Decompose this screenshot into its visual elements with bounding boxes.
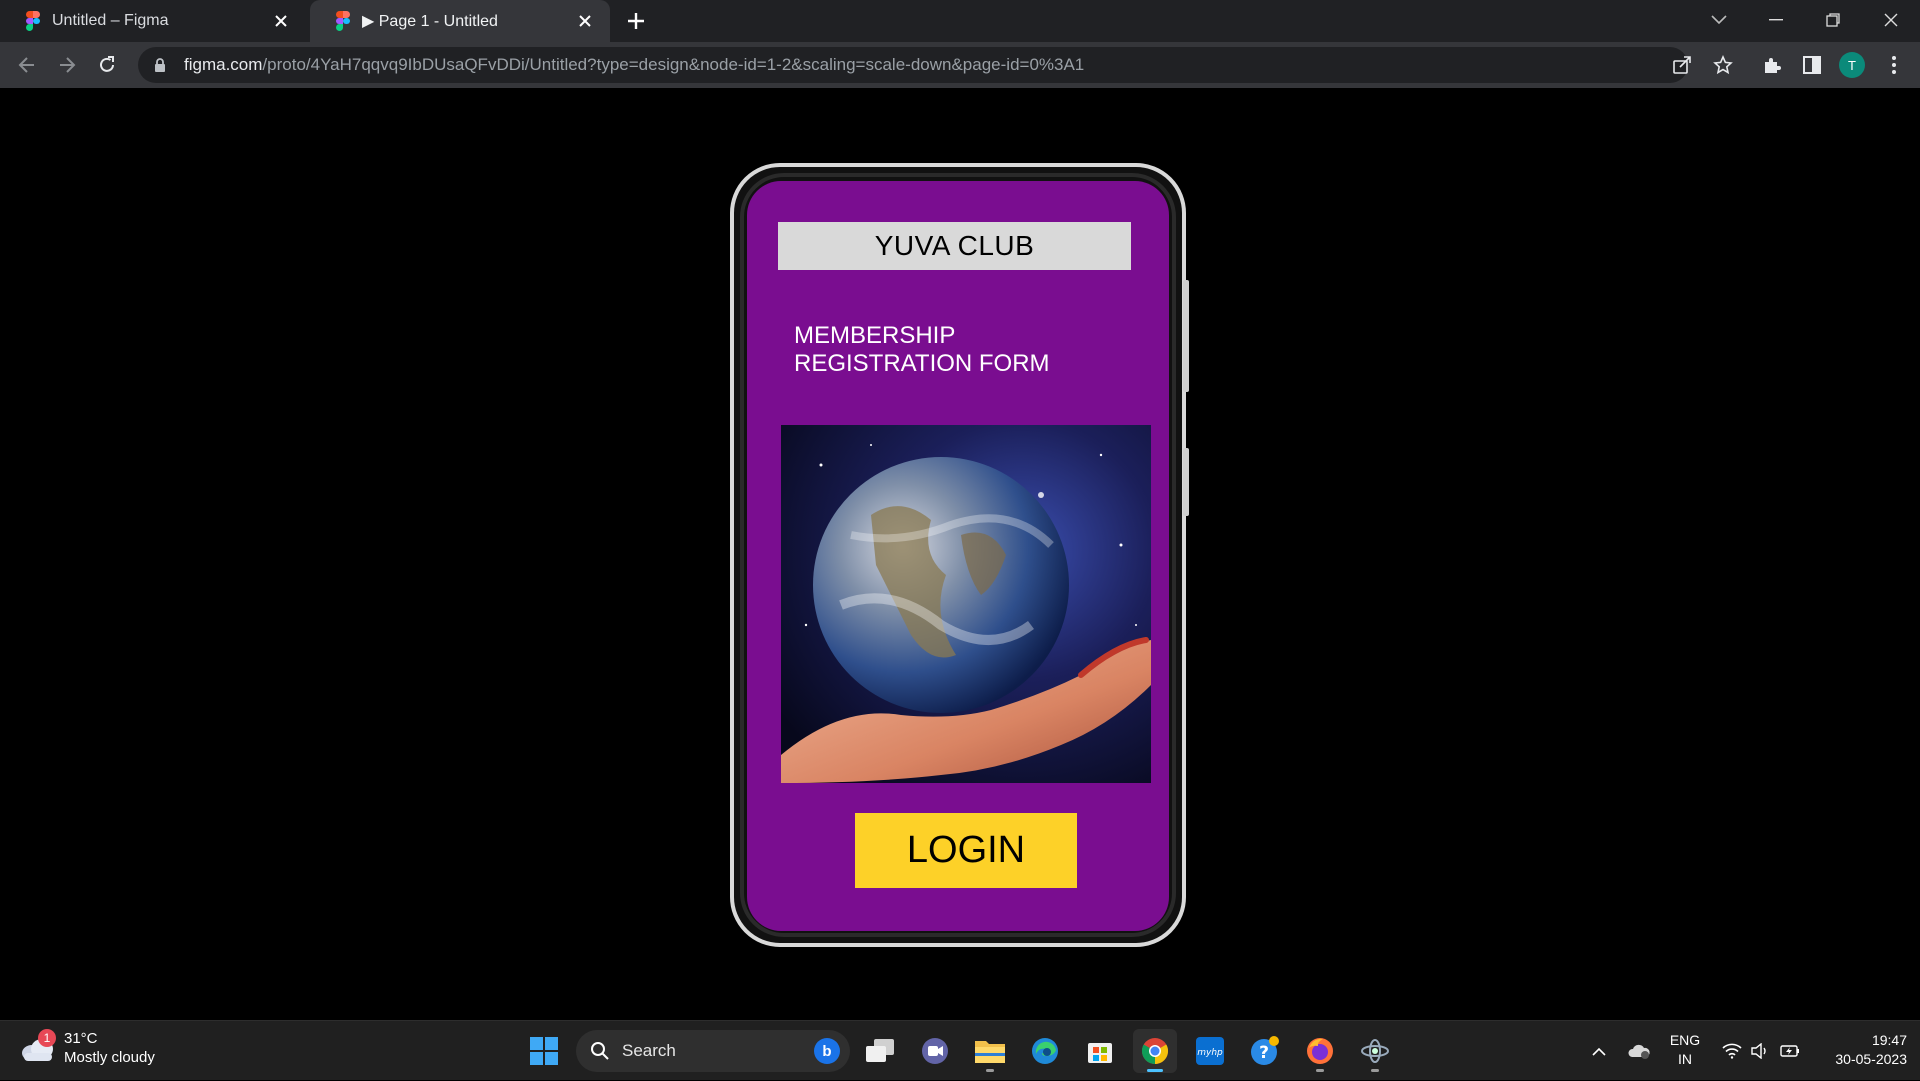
cloud-icon: 1: [20, 1029, 56, 1063]
phone-screen: YUVA CLUB MEMBERSHIP REGISTRATION FORM L…: [747, 181, 1169, 931]
extensions-icon[interactable]: [1758, 51, 1786, 79]
lock-icon[interactable]: [152, 57, 168, 73]
club-name-banner: YUVA CLUB: [778, 222, 1131, 270]
browser-toolbar: figma.com/proto/4YaH7qqvq9IbDUsaQFvDDi/U…: [0, 42, 1920, 88]
bing-icon[interactable]: b: [814, 1038, 840, 1064]
firefox-icon[interactable]: [1298, 1029, 1342, 1073]
phone-side-button: [1183, 280, 1189, 392]
figma-icon: [336, 11, 350, 31]
restore-button[interactable]: [1808, 0, 1858, 40]
svg-text:myhp: myhp: [1197, 1048, 1223, 1058]
reload-button[interactable]: [93, 51, 121, 79]
earth-in-hand-image: [781, 425, 1151, 783]
back-button[interactable]: [13, 51, 41, 79]
url-host: figma.com: [184, 55, 263, 74]
teams-chat-icon[interactable]: [913, 1029, 957, 1073]
tab-page-1-untitled[interactable]: ▶ Page 1 - Untitled: [310, 0, 610, 42]
wifi-icon[interactable]: [1718, 1021, 1746, 1081]
running-indicator: [1316, 1069, 1324, 1072]
weather-desc: Mostly cloudy: [64, 1049, 155, 1066]
language-indicator[interactable]: ENG IN: [1665, 1031, 1705, 1069]
svg-text:?: ?: [1259, 1043, 1269, 1063]
language-code: ENG: [1669, 1032, 1701, 1048]
phone-side-button: [1183, 448, 1189, 516]
clock-time: 19:47: [1871, 1032, 1907, 1048]
weather-widget[interactable]: 1 31°C Mostly cloudy: [20, 1029, 155, 1067]
url-path: /proto/4YaH7qqvq9IbDUsaQFvDDi/Untitled?t…: [262, 55, 1085, 74]
task-view-icon[interactable]: [858, 1029, 902, 1073]
url-text[interactable]: figma.com/proto/4YaH7qqvq9IbDUsaQFvDDi/U…: [184, 55, 1084, 75]
volume-icon[interactable]: [1746, 1021, 1774, 1081]
running-indicator: [1147, 1069, 1163, 1072]
edge-icon[interactable]: [1023, 1029, 1067, 1073]
search-icon: [590, 1041, 610, 1061]
get-help-icon[interactable]: ?: [1243, 1029, 1287, 1073]
taskbar: 1 31°C Mostly cloudy Search b myhp ? ENG…: [0, 1020, 1920, 1080]
myhp-icon[interactable]: myhp: [1188, 1029, 1232, 1073]
tab-title: Untitled – Figma: [52, 12, 169, 29]
address-bar[interactable]: figma.com/proto/4YaH7qqvq9IbDUsaQFvDDi/U…: [138, 47, 1688, 83]
tab-search-chevron-icon[interactable]: [1694, 0, 1744, 40]
weather-temp: 31°C: [64, 1030, 98, 1047]
forward-button[interactable]: [53, 51, 81, 79]
close-tab-icon[interactable]: [270, 10, 292, 32]
search-box[interactable]: Search b: [576, 1030, 850, 1072]
system-clock[interactable]: 19:47 30-05-2023: [1815, 1031, 1907, 1069]
figma-icon: [26, 11, 40, 31]
running-indicator: [1371, 1069, 1379, 1072]
share-icon[interactable]: [1668, 51, 1696, 79]
tab-title: ▶ Page 1 - Untitled: [362, 13, 498, 30]
clock-date: 30-05-2023: [1835, 1051, 1907, 1067]
running-indicator: [986, 1069, 994, 1072]
battery-icon[interactable]: [1776, 1021, 1804, 1081]
close-tab-icon[interactable]: [574, 10, 596, 32]
file-explorer-icon[interactable]: [968, 1029, 1012, 1073]
app-icon[interactable]: [1353, 1029, 1397, 1073]
form-title: MEMBERSHIP REGISTRATION FORM: [794, 322, 1050, 377]
notification-badge: 1: [38, 1029, 56, 1047]
bookmark-star-icon[interactable]: [1709, 51, 1737, 79]
side-panel-icon[interactable]: [1798, 51, 1826, 79]
tab-untitled-figma[interactable]: Untitled – Figma: [0, 0, 306, 42]
minimize-button[interactable]: [1751, 0, 1801, 40]
onedrive-sync-icon[interactable]: [1624, 1021, 1654, 1081]
region-code: IN: [1678, 1051, 1692, 1067]
profile-avatar[interactable]: T: [1839, 52, 1865, 78]
menu-kebab-icon[interactable]: [1880, 51, 1908, 79]
chrome-icon[interactable]: [1133, 1029, 1177, 1073]
start-icon[interactable]: [522, 1029, 566, 1073]
new-tab-button[interactable]: [624, 9, 648, 33]
close-window-button[interactable]: [1866, 0, 1916, 40]
microsoft-store-icon[interactable]: [1078, 1029, 1122, 1073]
tab-bar: Untitled – Figma ▶ Page 1 - Untitled: [0, 0, 1920, 42]
login-button[interactable]: LOGIN: [855, 813, 1077, 888]
show-hidden-icons-chevron-icon[interactable]: [1587, 1021, 1611, 1081]
search-label: Search: [622, 1041, 676, 1060]
